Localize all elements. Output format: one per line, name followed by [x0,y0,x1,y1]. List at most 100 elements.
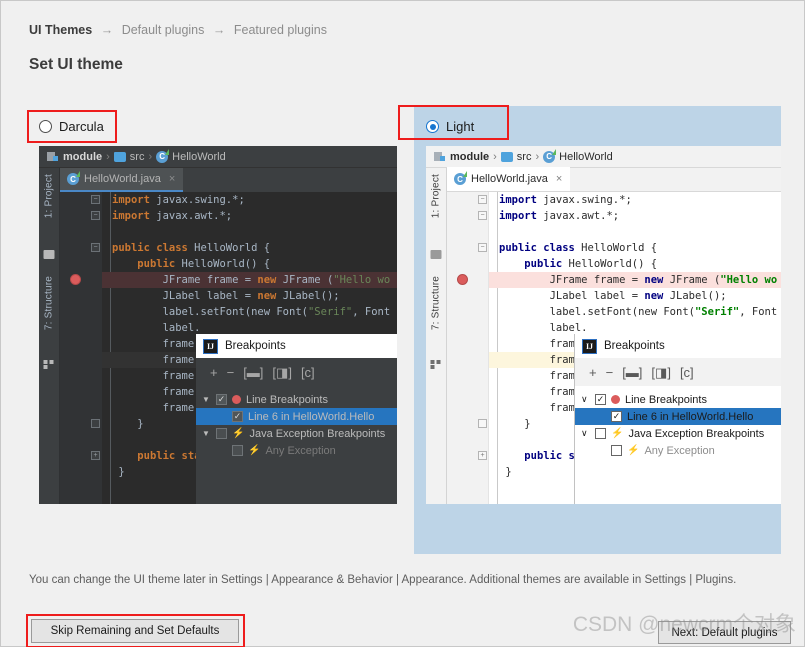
group-by-file-button[interactable]: [▬] [622,366,642,379]
editor-gutter-dark[interactable]: − − − + [60,192,102,504]
breakpoint-marker-icon[interactable] [457,274,468,285]
code-token: HelloWorld() { [175,258,271,270]
group-by-class-button[interactable]: [c] [301,366,315,379]
fold-expand-icon[interactable]: + [91,451,100,460]
theme-preview-darcula[interactable]: module › src › C HelloWorld 1: Project 7… [39,146,397,504]
add-breakpoint-button[interactable]: + [589,366,597,379]
code-token: import [112,210,150,222]
theme-option-darcula[interactable]: Darcula [39,119,104,134]
code-line: JFrame frame = new JFrame ("Hello wo [102,272,397,288]
code-token: frame. [162,386,201,398]
java-class-icon: C [454,171,467,185]
skip-remaining-button[interactable]: Skip Remaining and Set Defaults [31,619,239,643]
java-exception-breakpoints-group[interactable]: ∨ ⚡ Java Exception Breakpoints [575,425,781,442]
any-exception-item[interactable]: ⚡ Any Exception [575,442,781,459]
exception-bolt-icon: ⚡ [627,445,640,456]
chevron-down-icon[interactable]: ∨ [581,394,590,405]
fold-collapse-icon[interactable]: − [91,243,100,252]
code-token: , Font [352,306,391,318]
breakpoints-tree-label: Line 6 in HelloWorld.Hello [248,410,375,423]
breakpoints-tree-label: Any Exception [644,444,715,457]
group-by-class-button[interactable]: [c] [680,366,694,379]
breakpoint-marker-icon[interactable] [70,274,81,285]
code-token: "Serif" [307,306,353,318]
group-by-package-button[interactable]: [◨] [651,366,671,379]
group-by-file-button[interactable]: [▬] [243,366,263,379]
editor-tab-label: HelloWorld.java [471,173,548,185]
chevron-down-icon[interactable]: ▼ [202,429,211,438]
fold-expand-icon[interactable]: + [478,451,487,460]
line-breakpoints-group[interactable]: ∨ ✓ Line Breakpoints [575,391,781,408]
code-line: JLabel label = new JLabel(); [489,288,781,304]
editor-tabbar-light: C HelloWorld.java × [447,167,781,192]
preview-crumb-class: HelloWorld [559,150,613,163]
code-token: public class [112,242,188,254]
fold-collapse-icon[interactable]: − [91,211,100,220]
code-line: import javax.awt.*; [102,208,397,224]
breakpoints-tree-dark[interactable]: ▼ ✓ Line Breakpoints ✓ Line 6 in HelloWorld.… [196,386,397,504]
breakpoints-dialog-light[interactable]: IJ Breakpoints + − [▬] [◨] [c] ∨ ✓ Line Breakp… [574,334,781,504]
checkbox[interactable] [232,445,243,456]
chevron-right-icon: › [493,150,497,163]
code-token: JFrame ( [663,274,721,286]
breakpoints-tree-label: Line Breakpoints [625,393,707,406]
rail-item-structure[interactable]: 7: Structure [431,276,442,330]
fold-collapse-icon[interactable]: − [91,195,100,204]
code-line: public class HelloWorld { [489,240,781,256]
editor-tab-helloworld-light[interactable]: C HelloWorld.java × [447,167,571,191]
line-breakpoint-item[interactable]: ✓ Line 6 in HelloWorld.Hello [196,408,397,425]
breakpoints-tree-label: Any Exception [265,444,336,457]
fold-collapse-icon[interactable]: − [478,195,487,204]
fold-end-icon[interactable] [91,419,100,428]
remove-breakpoint-button[interactable]: − [227,366,235,379]
next-default-plugins-button[interactable]: Next: Default plugins [658,621,791,644]
breakpoints-toolbar-light[interactable]: + − [▬] [◨] [c] [575,358,781,386]
chevron-down-icon[interactable]: ▼ [202,395,211,404]
add-breakpoint-button[interactable]: + [210,366,218,379]
folder-icon [500,151,513,162]
structure-icon [43,356,55,369]
preview-crumb-module: module [63,150,103,163]
line-breakpoint-item[interactable]: ✓ Line 6 in HelloWorld.Hello [575,408,781,425]
fold-end-icon[interactable] [478,419,487,428]
exception-bolt-icon: ⚡ [611,428,624,439]
theme-option-light[interactable]: Light [426,119,474,134]
rail-item-project[interactable]: 1: Project [44,174,55,218]
close-icon[interactable]: × [556,173,562,185]
checkbox[interactable] [595,428,606,439]
checkbox[interactable] [611,445,622,456]
checkbox[interactable]: ✓ [232,411,243,422]
radio-darcula-icon[interactable] [39,120,52,133]
any-exception-item[interactable]: ⚡ Any Exception [196,442,397,459]
breakpoints-tree-light[interactable]: ∨ ✓ Line Breakpoints ✓ Line 6 in HelloWorld.… [575,386,781,504]
java-exception-breakpoints-group[interactable]: ▼ ⚡ Java Exception Breakpoints [196,425,397,442]
breadcrumb-separator-icon: → [212,23,226,37]
breakpoints-toolbar-dark[interactable]: + − [▬] [◨] [c] [196,358,397,386]
preview-breadcrumb-bar-dark: module › src › C HelloWorld [39,146,397,168]
breakpoints-dialog-titlebar-dark: IJ Breakpoints [196,334,397,358]
fold-collapse-icon[interactable]: − [478,211,487,220]
line-breakpoints-group[interactable]: ▼ ✓ Line Breakpoints [196,391,397,408]
folder-icon [43,250,55,259]
checkbox[interactable]: ✓ [595,394,606,405]
group-by-package-button[interactable]: [◨] [272,366,292,379]
editor-gutter-light[interactable]: − − − + [447,192,489,504]
radio-light-icon[interactable] [426,120,439,133]
theme-preview-light[interactable]: module › src › C HelloWorld 1: Project 7… [426,146,781,504]
code-token: javax.awt.*; [149,210,233,222]
rail-item-project[interactable]: 1: Project [431,174,442,218]
editor-tab-helloworld-dark[interactable]: C HelloWorld.java × [60,168,184,192]
checkbox[interactable]: ✓ [611,411,622,422]
rail-item-structure[interactable]: 7: Structure [44,276,55,330]
remove-breakpoint-button[interactable]: − [606,366,614,379]
chevron-down-icon[interactable]: ∨ [581,428,590,439]
code-token: public class [499,242,575,254]
fold-collapse-icon[interactable]: − [478,243,487,252]
code-token: HelloWorld { [187,242,271,254]
checkbox[interactable]: ✓ [216,394,227,405]
breakpoints-dialog-dark[interactable]: IJ Breakpoints + − [▬] [◨] [c] ▼ ✓ Line Breakp… [196,334,397,504]
close-icon[interactable]: × [169,173,175,185]
checkbox[interactable] [216,428,227,439]
code-token: frame. [162,338,201,350]
